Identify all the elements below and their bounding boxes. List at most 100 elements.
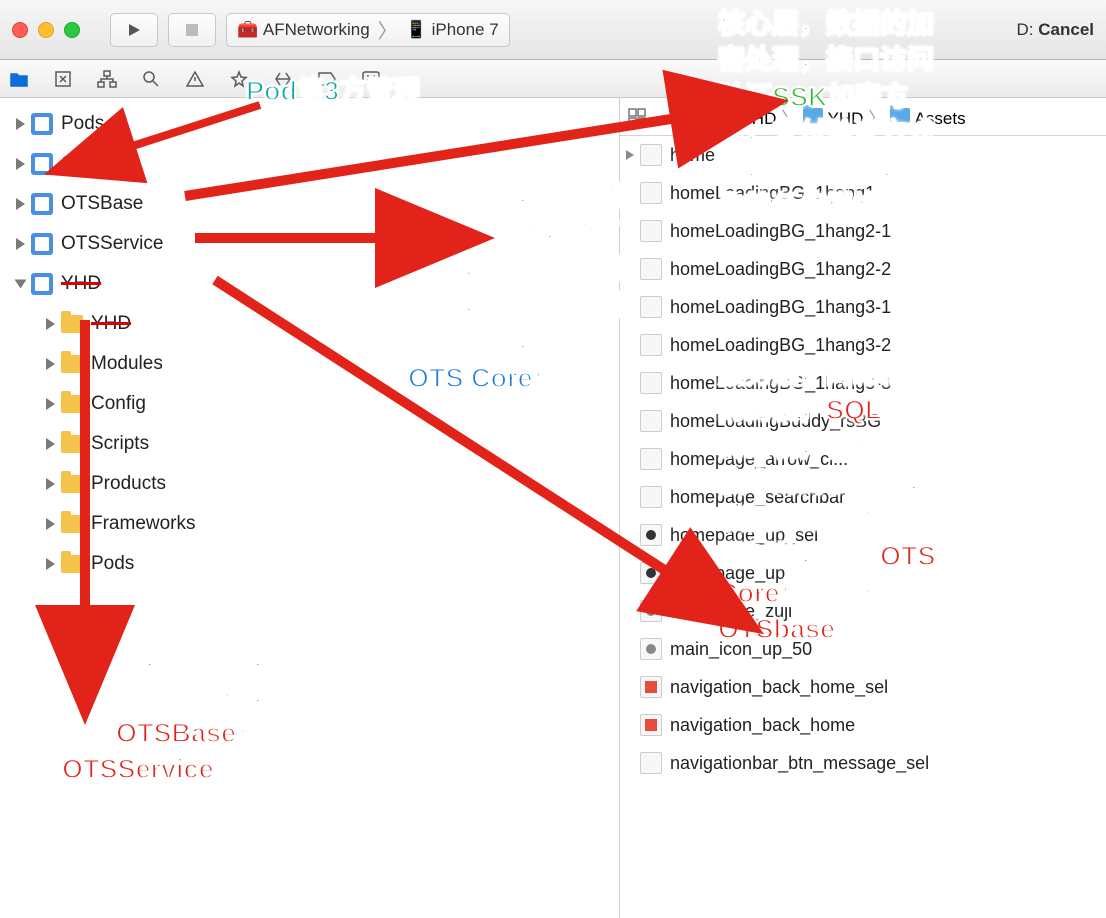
disclosure-triangle-icon[interactable] (16, 198, 25, 210)
navigator-row[interactable]: YHD (0, 304, 619, 344)
asset-row[interactable]: navigation_back_home (620, 706, 1106, 744)
disclosure-triangle-icon[interactable] (46, 398, 55, 410)
asset-row[interactable]: homeLoadingBG_1hang2-1 (620, 212, 1106, 250)
asset-label: navigation_back_home (670, 715, 855, 736)
asset-thumbnail-icon (640, 372, 662, 394)
asset-label: homeLoadingBG_1hang3-3 (670, 373, 891, 394)
asset-thumbnail-icon (640, 562, 662, 584)
project-navigator-tab[interactable] (8, 68, 30, 90)
disclosure-triangle-icon[interactable] (16, 118, 25, 130)
disclosure-triangle-icon[interactable] (46, 518, 55, 530)
asset-row[interactable]: main_icon_up_50 (620, 630, 1106, 668)
asset-label: navigationbar_btn_message_sel (670, 753, 929, 774)
asset-thumbnail-icon (640, 258, 662, 280)
navigator-item-label: Config (91, 393, 146, 415)
asset-label: homepage_zuji (670, 601, 792, 622)
navigator-item-label: Pods (91, 553, 134, 575)
device-icon: 📱 (406, 20, 427, 40)
disclosure-triangle-icon[interactable] (46, 478, 55, 490)
asset-row[interactable]: navigationbar_btn_message_sel (620, 744, 1106, 782)
disclosure-triangle-icon[interactable] (46, 318, 55, 330)
related-items-icon[interactable] (626, 106, 648, 128)
asset-thumbnail-icon (640, 486, 662, 508)
disclosure-triangle-icon[interactable] (16, 238, 25, 250)
navigator-item-label: Products (91, 473, 166, 495)
run-button[interactable] (110, 13, 158, 47)
disclosure-triangle-icon[interactable] (46, 358, 55, 370)
symbol-navigator-tab[interactable] (52, 68, 74, 90)
asset-row[interactable]: homeLoadingBG_1hang2-2 (620, 250, 1106, 288)
navigator-item-label: YHD (91, 313, 131, 335)
asset-row[interactable]: homepage_searchbar (620, 478, 1106, 516)
asset-thumbnail-icon (640, 144, 662, 166)
hierarchy-icon[interactable] (96, 68, 118, 90)
disclosure-triangle-icon[interactable] (16, 158, 25, 170)
breadcrumb[interactable]: YHD 〉 YHD 〉 Assets (716, 104, 966, 129)
asset-row[interactable]: homepage_arrow_ci... (620, 440, 1106, 478)
disclosure-triangle-icon[interactable] (15, 280, 27, 289)
navigator-row[interactable]: OTSBase (0, 184, 619, 224)
forward-icon[interactable]: 〉 (686, 101, 708, 133)
navigator-item-label: OTSService (61, 233, 163, 255)
asset-thumbnail-icon (640, 296, 662, 318)
asset-row[interactable]: homepage_zuji (620, 592, 1106, 630)
project-icon (31, 113, 53, 135)
debug-navigator-tab[interactable] (272, 68, 294, 90)
asset-label: homeLoadingBuddy_rsBG (670, 411, 881, 432)
warning-icon[interactable] (184, 68, 206, 90)
back-icon[interactable]: 〈 (656, 101, 678, 133)
asset-row[interactable]: homeLoadingBG_1hang3-3 (620, 364, 1106, 402)
close-window-button[interactable] (12, 22, 28, 38)
search-icon[interactable] (140, 68, 162, 90)
asset-label: navigation_back_home_sel (670, 677, 888, 698)
stop-button[interactable] (168, 13, 216, 47)
asset-label: homeLoadingBG_1hang2-2 (670, 259, 891, 280)
navigator-row[interactable]: Pods (0, 544, 619, 584)
navigator-row[interactable]: OTSCore (0, 144, 619, 184)
test-navigator-tab[interactable] (228, 68, 250, 90)
breadcrumb-segment[interactable]: YHD (736, 109, 776, 128)
asset-row[interactable]: homeLoadingBG_1hang1 (620, 174, 1106, 212)
disclosure-triangle-icon[interactable] (46, 438, 55, 450)
report-navigator-tab[interactable] (360, 68, 382, 90)
navigator-row[interactable]: Frameworks (0, 504, 619, 544)
navigator-item-label: Scripts (91, 433, 149, 455)
project-icon (31, 153, 53, 175)
asset-row[interactable]: homeLoadingBuddy_rsBG (620, 402, 1106, 440)
asset-row[interactable]: homepage_up_sel (620, 516, 1106, 554)
asset-row[interactable]: homepage_up (620, 554, 1106, 592)
breakpoint-navigator-tab[interactable] (316, 68, 338, 90)
folder-icon (61, 315, 83, 333)
navigator-row[interactable]: Modules (0, 344, 619, 384)
navigator-row[interactable]: Products (0, 464, 619, 504)
disclosure-triangle-icon[interactable] (626, 150, 634, 160)
toolbox-icon: 🧰 (237, 20, 258, 40)
folder-icon (61, 355, 83, 373)
editor-pane: 〈 〉 YHD 〉 YHD 〉 Assets home homeLoadingBG… (620, 98, 1106, 918)
asset-list: home homeLoadingBG_1hang1 homeLoadingBG_1h… (620, 136, 1106, 782)
asset-label: homepage_up_sel (670, 525, 818, 546)
window-controls (12, 22, 80, 38)
asset-row[interactable]: home (620, 136, 1106, 174)
navigator-row[interactable]: Scripts (0, 424, 619, 464)
minimize-window-button[interactable] (38, 22, 54, 38)
scheme-selector[interactable]: 🧰 AFNetworking 〉 📱 iPhone 7 (226, 13, 510, 47)
jump-bar[interactable]: 〈 〉 YHD 〉 YHD 〉 Assets (620, 98, 1106, 136)
navigator-row[interactable]: Config (0, 384, 619, 424)
project-icon (31, 193, 53, 215)
navigator-row[interactable]: YHD (0, 264, 619, 304)
navigator-row[interactable]: Pods (0, 104, 619, 144)
asset-row[interactable]: navigation_back_home_sel (620, 668, 1106, 706)
disclosure-triangle-icon[interactable] (46, 558, 55, 570)
asset-label: homepage_arrow_ci... (670, 449, 848, 470)
navigator-item-label: Pods (61, 113, 104, 135)
asset-thumbnail-icon (640, 334, 662, 356)
asset-thumbnail-icon (640, 752, 662, 774)
breadcrumb-segment[interactable]: YHD (823, 109, 864, 128)
asset-row[interactable]: homeLoadingBG_1hang3-2 (620, 326, 1106, 364)
asset-label: homeLoadingBG_1hang1 (670, 183, 875, 204)
navigator-row[interactable]: OTSService (0, 224, 619, 264)
zoom-window-button[interactable] (64, 22, 80, 38)
breadcrumb-segment[interactable]: Assets (910, 109, 966, 128)
asset-row[interactable]: homeLoadingBG_1hang3-1 (620, 288, 1106, 326)
